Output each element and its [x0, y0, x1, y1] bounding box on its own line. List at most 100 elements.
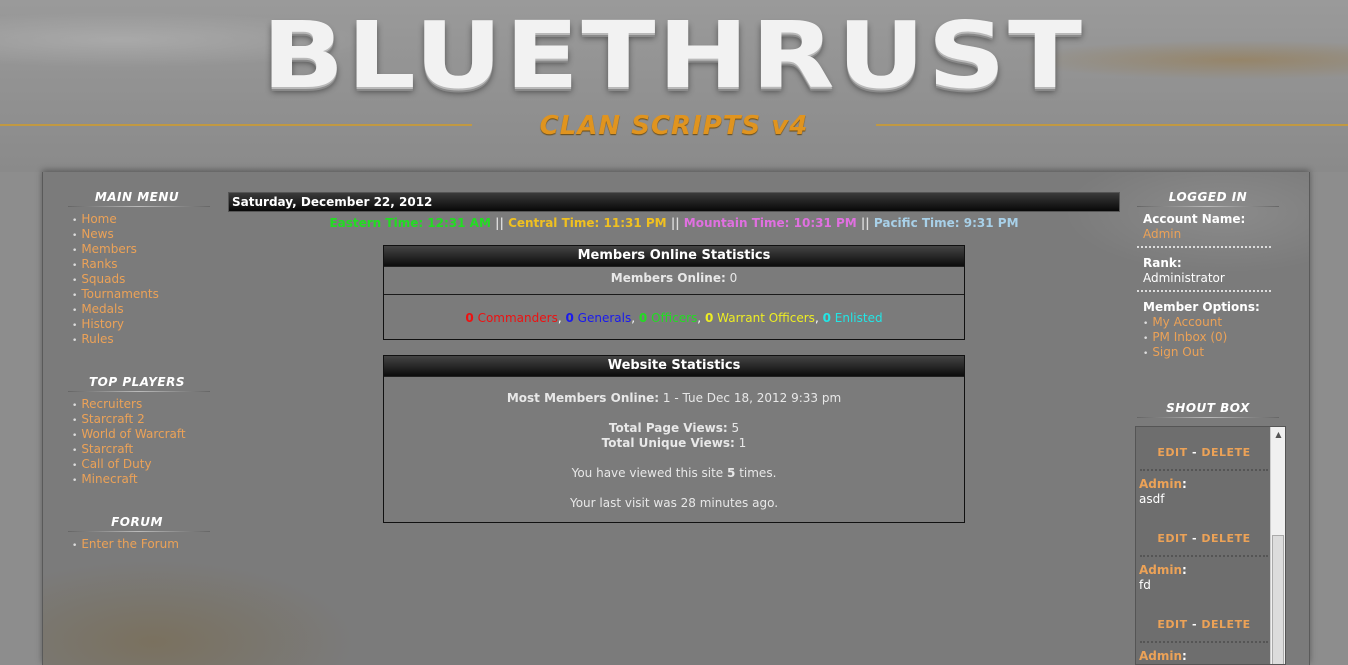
scroll-up-icon[interactable]: ▲: [1271, 427, 1285, 442]
menu-link[interactable]: Call of Duty: [81, 457, 151, 471]
top-players-item-call-of-duty[interactable]: • Call of Duty: [72, 457, 186, 472]
last-visit: Your last visit was 28 minutes ago.: [569, 496, 779, 510]
forum-title: Forum: [111, 515, 163, 529]
site-header: BLUETHRUST CLAN SCRIPTS v4: [0, 0, 1348, 172]
bullet-icon: •: [72, 431, 78, 441]
menu-link[interactable]: Tournaments: [81, 287, 159, 301]
option-link[interactable]: PM Inbox (0): [1152, 330, 1227, 344]
forum-list: • Enter the Forum: [72, 537, 179, 552]
account-name-label: Account Name:: [1143, 212, 1246, 226]
dotted-divider: [1137, 246, 1271, 248]
top-players-divider: [68, 391, 210, 392]
bullet-icon: •: [72, 416, 78, 426]
menu-link[interactable]: Recruiters: [81, 397, 142, 411]
members-online-panel: Members Online Statistics Members Online…: [383, 245, 965, 340]
menu-link[interactable]: Starcraft: [81, 442, 133, 456]
menu-link[interactable]: Minecraft: [81, 472, 137, 486]
option-link[interactable]: Sign Out: [1152, 345, 1204, 359]
menu-link[interactable]: Starcraft 2: [81, 412, 144, 426]
shout-edit-link[interactable]: EDIT: [1157, 446, 1187, 459]
shout-author[interactable]: Admin:: [1139, 563, 1187, 577]
menu-item-rules[interactable]: • Rules: [72, 332, 159, 347]
shout-box[interactable]: EDIT - DELETE Admin: asdf EDIT - DELETE …: [1135, 426, 1286, 665]
option-my-account[interactable]: • My Account: [1143, 315, 1227, 330]
option-pm-inbox[interactable]: • PM Inbox (0): [1143, 330, 1227, 345]
shout-scrollbar[interactable]: ▲: [1270, 427, 1285, 664]
shout-divider: [1140, 641, 1268, 643]
website-stats-title: Website Statistics: [384, 356, 964, 377]
menu-item-squads[interactable]: • Squads: [72, 272, 159, 287]
option-sign-out[interactable]: • Sign Out: [1143, 345, 1227, 360]
site-logo[interactable]: BLUETHRUST: [242, 6, 1103, 106]
shout-edit-link[interactable]: EDIT: [1157, 618, 1187, 631]
top-players-list: • Recruiters • Starcraft 2 • World of Warcr…: [72, 397, 186, 487]
menu-link[interactable]: Home: [81, 212, 116, 226]
main-menu-title: Main Menu: [94, 190, 180, 204]
rank-commanders[interactable]: 0 Commanders: [465, 311, 557, 325]
separator: ||: [860, 216, 870, 230]
bullet-icon: •: [72, 306, 78, 316]
forum-item-enter[interactable]: • Enter the Forum: [72, 537, 179, 552]
menu-link[interactable]: History: [81, 317, 124, 331]
members-online-count: Members Online: 0: [384, 267, 964, 294]
bullet-icon: •: [72, 476, 78, 486]
menu-link[interactable]: News: [81, 227, 113, 241]
rank-officers[interactable]: 0 Officers: [639, 311, 697, 325]
option-link[interactable]: My Account: [1152, 315, 1222, 329]
bullet-icon: •: [72, 246, 78, 256]
central-time: Central Time: 11:31 PM: [508, 216, 667, 230]
bullet-icon: •: [72, 336, 78, 346]
shout-delete-link[interactable]: DELETE: [1201, 618, 1250, 631]
website-stats-panel: Website Statistics Most Members Online: …: [383, 355, 965, 523]
menu-link[interactable]: Rules: [81, 332, 113, 346]
separator: ||: [495, 216, 504, 230]
menu-item-history[interactable]: • History: [72, 317, 159, 332]
menu-link[interactable]: Members: [81, 242, 137, 256]
menu-item-news[interactable]: • News: [72, 227, 159, 242]
separator: ||: [670, 216, 680, 230]
bullet-icon: •: [1143, 349, 1149, 359]
shout-actions: EDIT - DELETE: [1157, 618, 1251, 631]
bullet-icon: •: [72, 216, 78, 226]
shout-box-title: Shout Box: [1166, 401, 1250, 415]
bullet-icon: •: [72, 541, 78, 551]
menu-item-members[interactable]: • Members: [72, 242, 159, 257]
shout-delete-link[interactable]: DELETE: [1201, 446, 1250, 459]
menu-link[interactable]: Squads: [81, 272, 125, 286]
top-players-item-world-of-warcraft[interactable]: • World of Warcraft: [72, 427, 186, 442]
menu-link[interactable]: Enter the Forum: [81, 537, 179, 551]
account-name-link[interactable]: Admin: [1143, 227, 1181, 242]
shout-box-divider: [1137, 417, 1279, 418]
menu-item-home[interactable]: • Home: [72, 212, 159, 227]
top-players-item-starcraft-2[interactable]: • Starcraft 2: [72, 412, 186, 427]
menu-item-ranks[interactable]: • Ranks: [72, 257, 159, 272]
rank-enlisted[interactable]: 0 Enlisted: [823, 311, 883, 325]
shout-author[interactable]: Admin:: [1139, 477, 1187, 491]
date-bar: Saturday, December 22, 2012: [228, 192, 1120, 212]
rank-warrant-officers[interactable]: 0 Warrant Officers: [705, 311, 815, 325]
rank-value: Administrator: [1143, 271, 1225, 285]
timezone-clocks: Eastern Time: 12:31 AM || Central Time: …: [228, 215, 1120, 231]
bullet-icon: •: [72, 291, 78, 301]
menu-link[interactable]: Medals: [81, 302, 123, 316]
rank-generals[interactable]: 0 Generals: [565, 311, 631, 325]
main-menu-divider: [68, 206, 210, 207]
bullet-icon: •: [72, 276, 78, 286]
header-rule-left: [0, 124, 472, 126]
shout-author[interactable]: Admin:: [1139, 649, 1187, 663]
dotted-divider: [1137, 290, 1271, 292]
scrollbar-thumb[interactable]: [1272, 535, 1284, 664]
menu-item-tournaments[interactable]: • Tournaments: [72, 287, 159, 302]
menu-link[interactable]: Ranks: [81, 257, 117, 271]
top-players-item-starcraft[interactable]: • Starcraft: [72, 442, 186, 457]
mountain-time: Mountain Time: 10:31 PM: [683, 216, 857, 230]
menu-link[interactable]: World of Warcraft: [81, 427, 185, 441]
menu-item-medals[interactable]: • Medals: [72, 302, 159, 317]
total-page-views: Total Page Views: 5: [608, 421, 740, 435]
top-players-item-recruiters[interactable]: • Recruiters: [72, 397, 186, 412]
shout-delete-link[interactable]: DELETE: [1201, 532, 1250, 545]
forum-divider: [68, 531, 210, 532]
rank-label: Rank:: [1143, 256, 1182, 270]
shout-edit-link[interactable]: EDIT: [1157, 532, 1187, 545]
top-players-item-minecraft[interactable]: • Minecraft: [72, 472, 186, 487]
